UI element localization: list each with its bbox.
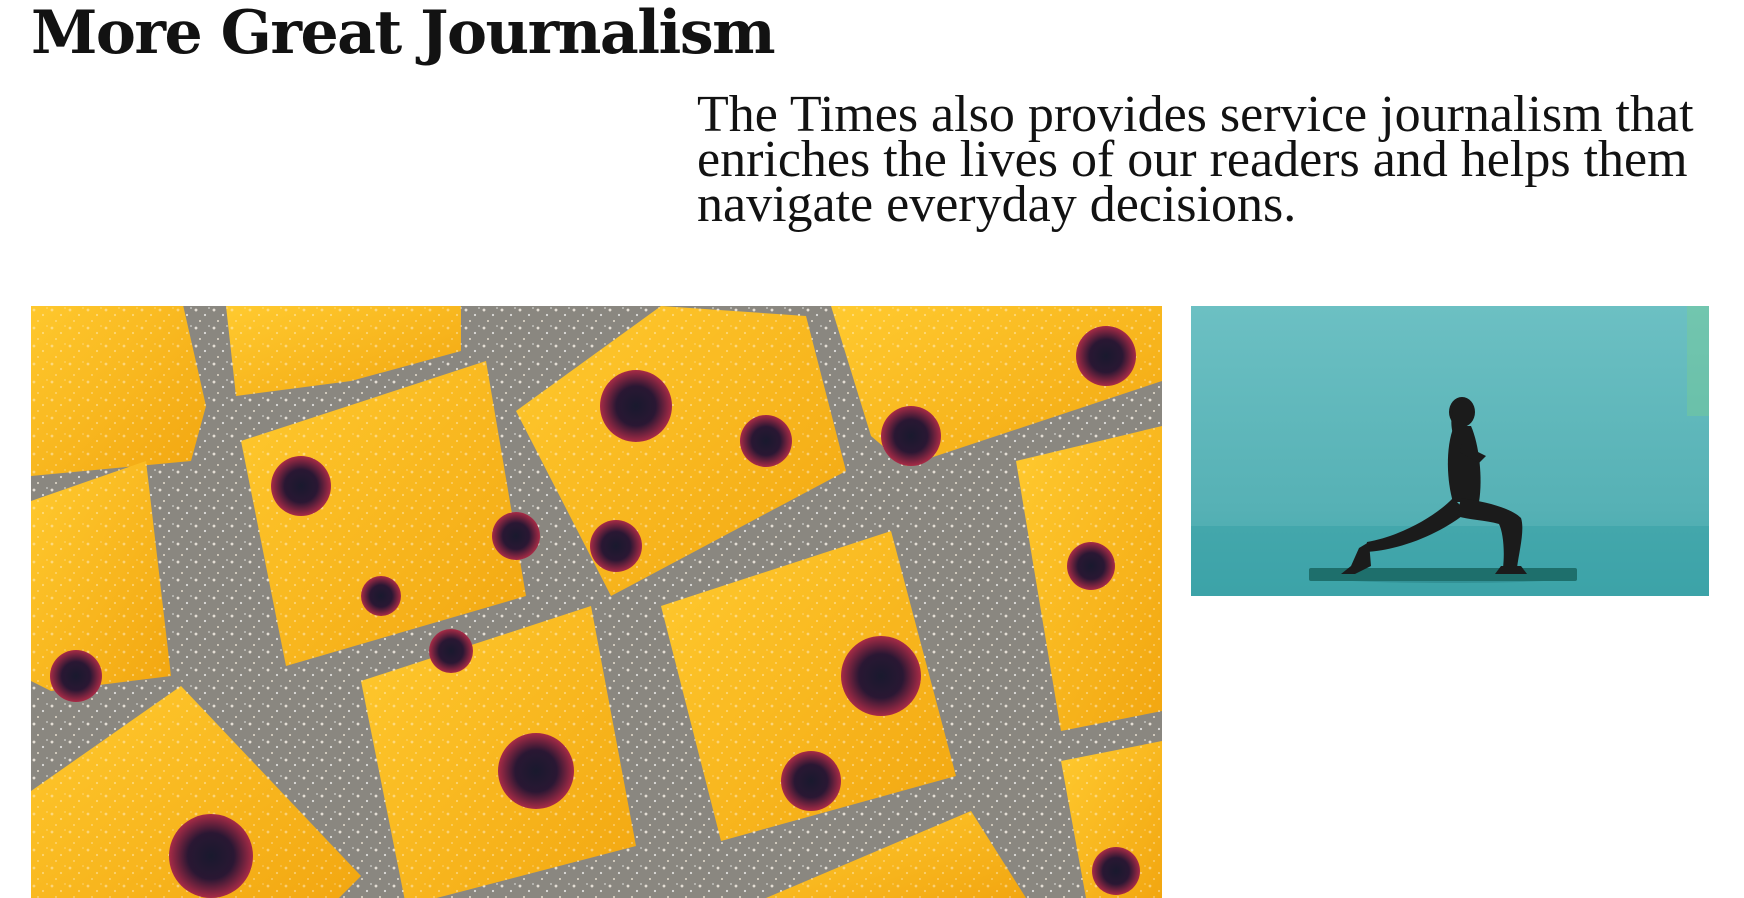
- lemon-bars-image: [31, 306, 1162, 898]
- lemon-bars-photo[interactable]: [31, 306, 1162, 898]
- yoga-image: [1191, 306, 1709, 596]
- yoga-pose-photo[interactable]: [1191, 306, 1709, 596]
- section-title: More Great Journalism: [31, 0, 776, 68]
- section-description: The Times also provides service journali…: [697, 86, 1694, 233]
